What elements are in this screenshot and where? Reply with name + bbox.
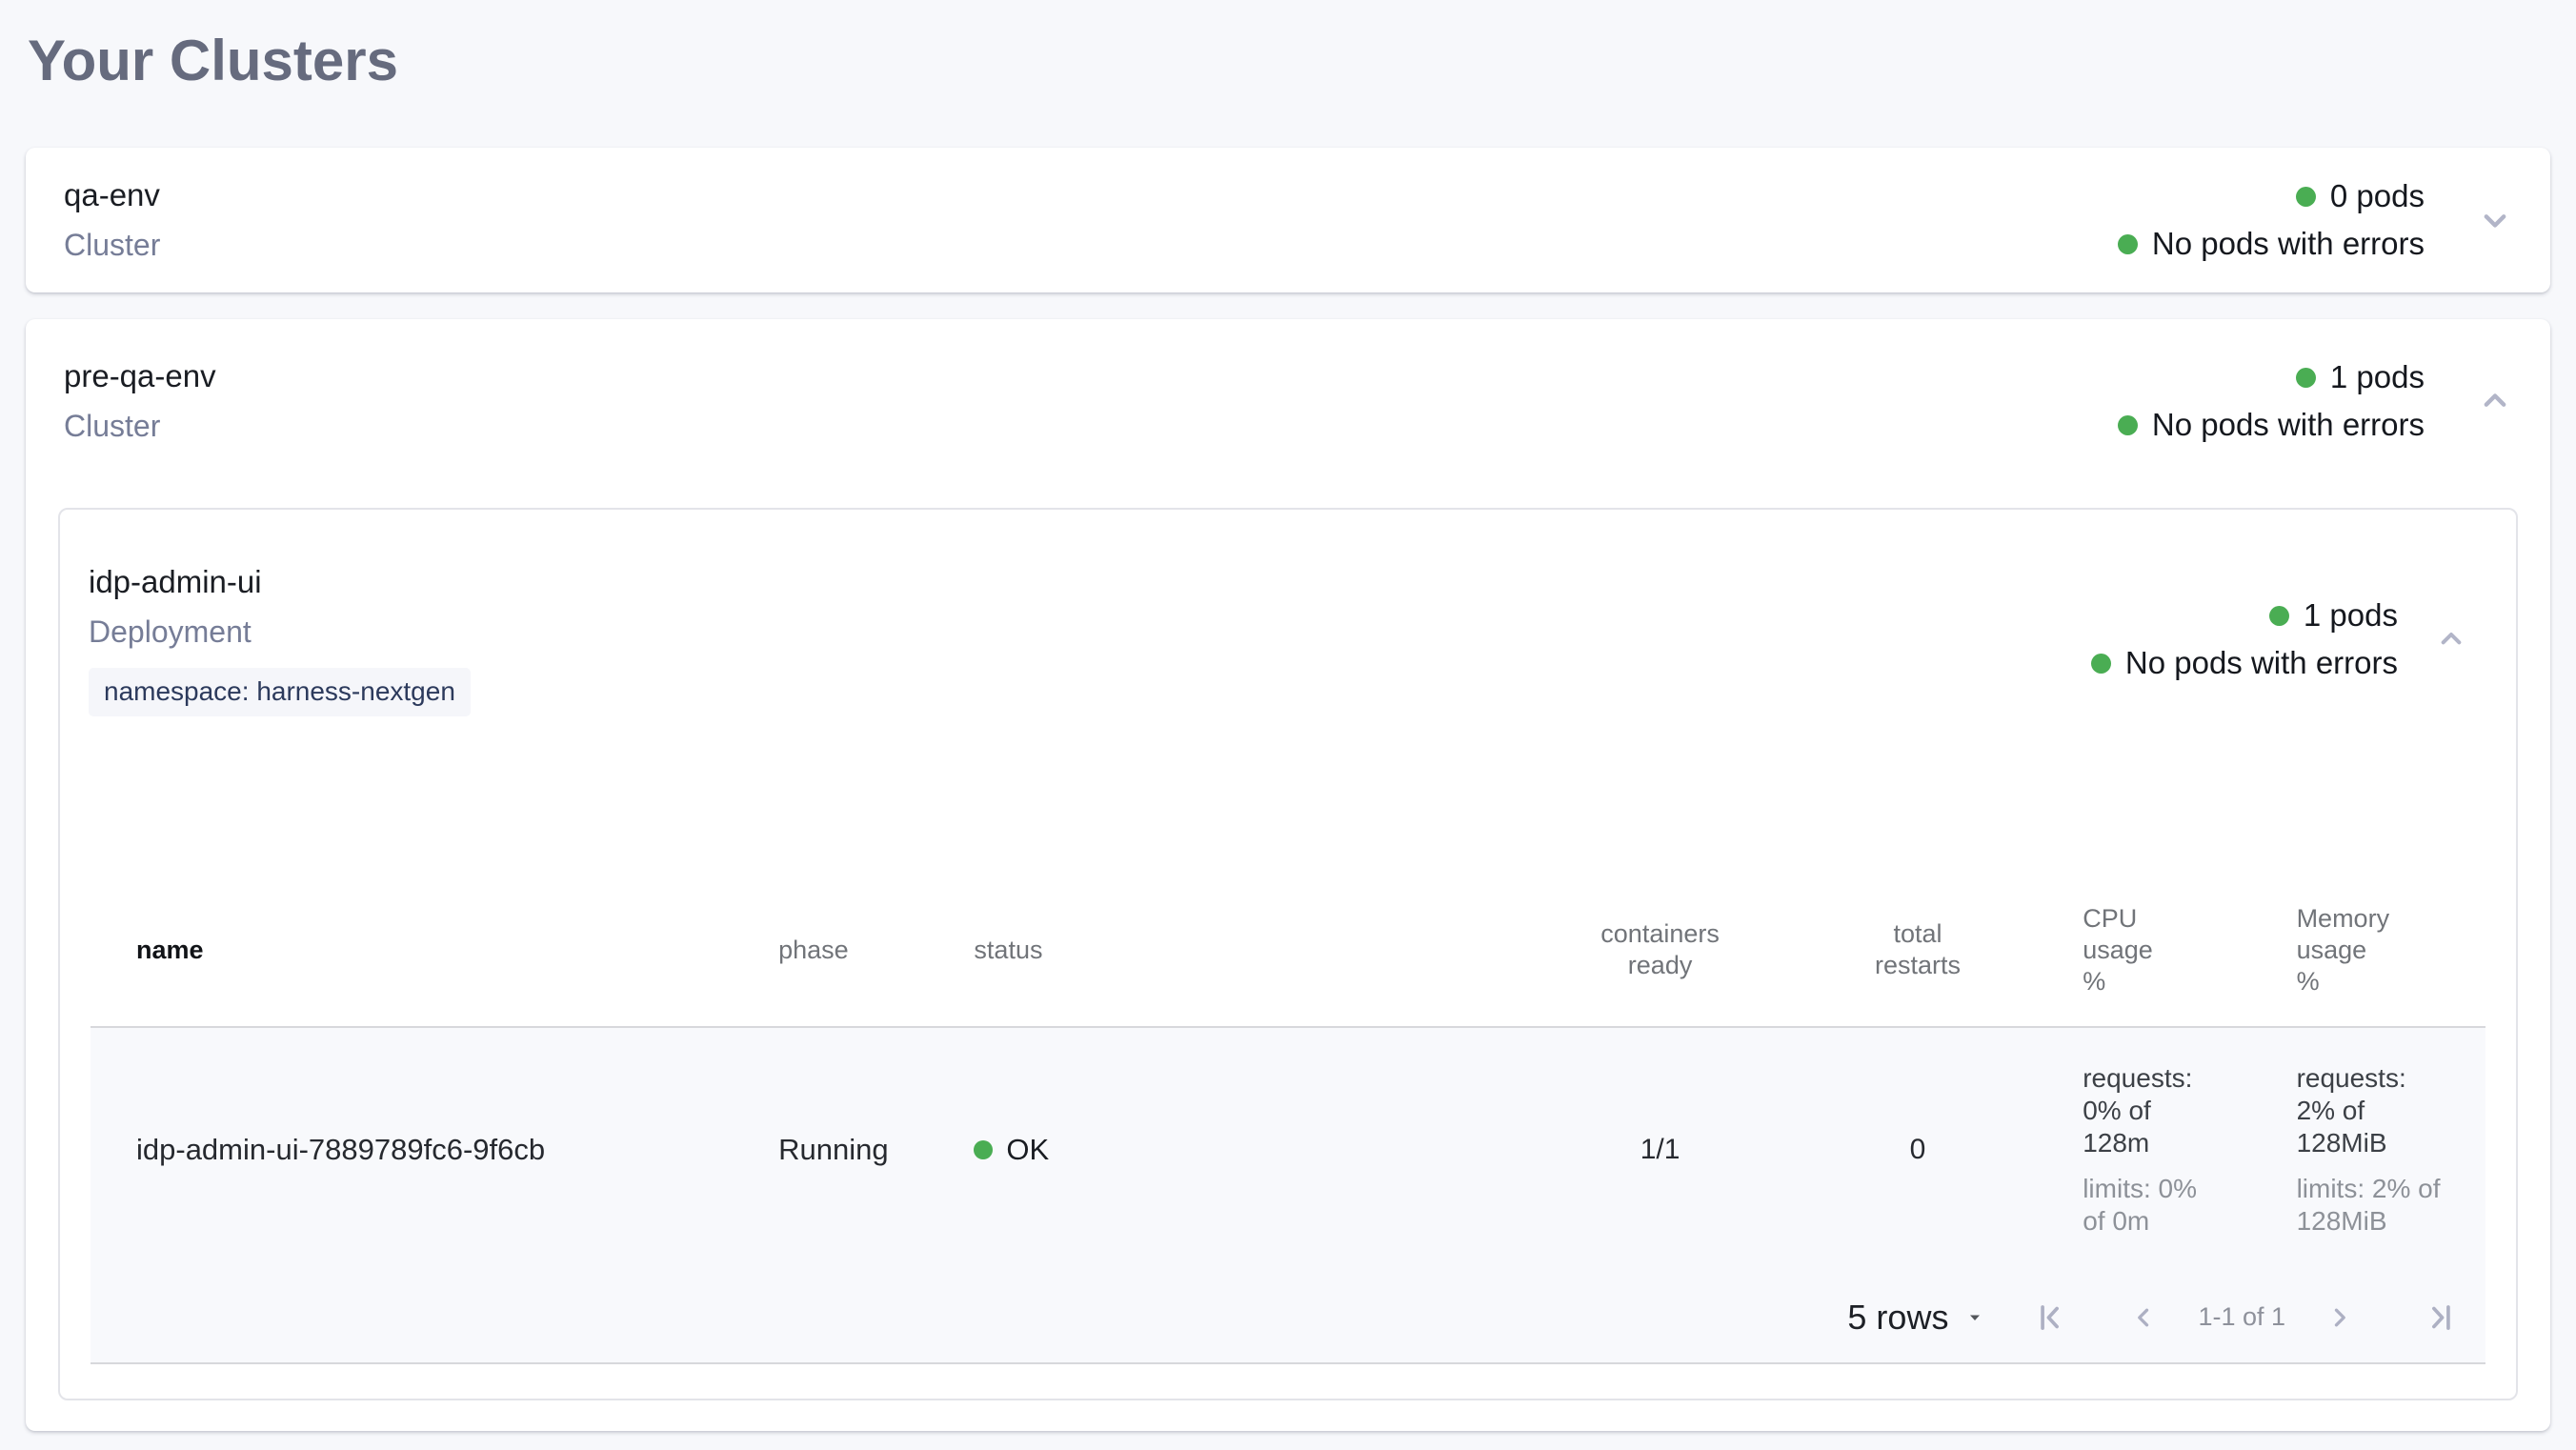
memory-requests-value: requests: 2% of 128MiB xyxy=(2297,1062,2421,1159)
green-status-dot-icon xyxy=(2296,368,2316,388)
green-status-dot-icon xyxy=(2091,654,2111,674)
pods-errors-label: No pods with errors xyxy=(2152,225,2425,263)
deployment-card-idp-admin-ui: idp-admin-ui Deployment namespace: harne… xyxy=(58,508,2518,1400)
last-page-button[interactable] xyxy=(2423,1299,2459,1336)
pods-count-status: 0 pods xyxy=(2296,177,2425,215)
cpu-usage-cell: requests: 0% of 128m limits: 0% of 0m xyxy=(2037,1027,2256,1273)
pods-count-label: 1 pods xyxy=(2304,596,2398,634)
pods-errors-label: No pods with errors xyxy=(2152,406,2425,444)
table-header-row: name phase status containers ready total… xyxy=(91,878,2485,1027)
cluster-entity-info: pre-qa-env Cluster xyxy=(64,357,216,445)
dropdown-arrow-icon xyxy=(1963,1306,1986,1329)
column-header-phase: phase xyxy=(763,878,958,1027)
expand-chevron-down-icon[interactable] xyxy=(2474,199,2516,241)
deployment-kind-label: Deployment xyxy=(89,613,471,651)
pod-status-cell: OK xyxy=(958,1027,1521,1273)
collapse-chevron-up-icon[interactable] xyxy=(2432,620,2470,658)
previous-page-button[interactable] xyxy=(2127,1301,2160,1334)
cluster-accordion-header-pre-qa-env[interactable]: pre-qa-env Cluster 1 pods No pods with e… xyxy=(26,319,2550,473)
pod-phase-cell: Running xyxy=(763,1027,958,1273)
pods-errors-status: No pods with errors xyxy=(2118,225,2425,263)
containers-ready-cell: 1/1 xyxy=(1521,1027,1798,1273)
cluster-kind-label: Cluster xyxy=(64,226,160,264)
rows-per-page-select[interactable]: 5 rows xyxy=(1847,1298,1986,1338)
page-title: Your Clusters xyxy=(28,30,2550,91)
cluster-name: qa-env xyxy=(64,176,160,214)
pods-count-label: 0 pods xyxy=(2330,177,2425,215)
cpu-requests-value: requests: 0% of 128m xyxy=(2083,1062,2206,1159)
rows-per-page-label: 5 rows xyxy=(1847,1298,1948,1338)
pagination-range-label: 1-1 of 1 xyxy=(2198,1302,2285,1332)
deployment-accordion-header[interactable]: idp-admin-ui Deployment namespace: harne… xyxy=(60,563,2516,716)
green-status-dot-icon xyxy=(2269,606,2289,626)
pods-count-status: 1 pods xyxy=(2269,596,2398,634)
green-status-dot-icon xyxy=(2296,187,2316,207)
pod-table-row: idp-admin-ui-7889789fc6-9f6cb Running OK… xyxy=(91,1027,2485,1273)
table-pagination: 5 rows xyxy=(91,1273,2485,1364)
pods-count-status: 1 pods xyxy=(2296,358,2425,396)
first-page-icon xyxy=(2032,1299,2068,1336)
total-restarts-cell: 0 xyxy=(1799,1027,2037,1273)
cluster-accordion-header-qa-env[interactable]: qa-env Cluster 0 pods No pods with error… xyxy=(26,148,2550,292)
deployment-status-summary: 1 pods No pods with errors xyxy=(2091,596,2398,682)
next-page-button[interactable] xyxy=(2324,1301,2356,1334)
last-page-icon xyxy=(2423,1299,2459,1336)
memory-usage-cell: requests: 2% of 128MiB limits: 2% of 128… xyxy=(2257,1027,2485,1273)
column-header-containers-ready: containers ready xyxy=(1521,878,1798,1027)
column-header-total-restarts: total restarts xyxy=(1799,878,2037,1027)
green-status-dot-icon xyxy=(2118,234,2138,254)
column-header-cpu-usage: CPU usage % xyxy=(2037,878,2256,1027)
column-header-name: name xyxy=(91,878,763,1027)
deployment-name: idp-admin-ui xyxy=(89,563,471,601)
chevron-right-icon xyxy=(2324,1301,2356,1334)
pods-errors-status: No pods with errors xyxy=(2091,644,2398,682)
cluster-status-summary: 0 pods No pods with errors xyxy=(2118,177,2425,263)
cluster-name: pre-qa-env xyxy=(64,357,216,395)
collapse-chevron-up-icon[interactable] xyxy=(2474,380,2516,422)
column-header-status: status xyxy=(958,878,1521,1027)
pods-errors-status: No pods with errors xyxy=(2118,406,2425,444)
namespace-badge: namespace: harness-nextgen xyxy=(89,668,471,716)
memory-limits-value: limits: 2% of 128MiB xyxy=(2297,1173,2454,1238)
pods-errors-label: No pods with errors xyxy=(2125,644,2398,682)
green-status-dot-icon xyxy=(974,1140,993,1159)
green-status-dot-icon xyxy=(2118,415,2138,435)
pod-name-cell: idp-admin-ui-7889789fc6-9f6cb xyxy=(91,1027,763,1273)
cluster-kind-label: Cluster xyxy=(64,407,216,445)
chevron-left-icon xyxy=(2127,1301,2160,1334)
cluster-status-summary: 1 pods No pods with errors xyxy=(2118,358,2425,444)
cluster-card-qa-env: qa-env Cluster 0 pods No pods with error… xyxy=(26,148,2550,292)
clusters-page: Your Clusters qa-env Cluster 0 pods No p… xyxy=(26,30,2550,1431)
column-header-memory-usage: Memory usage % xyxy=(2257,878,2485,1027)
first-page-button[interactable] xyxy=(2032,1299,2068,1336)
pods-table: name phase status containers ready total… xyxy=(91,878,2485,1364)
cluster-card-pre-qa-env: pre-qa-env Cluster 1 pods No pods with e… xyxy=(26,319,2550,1431)
pods-count-label: 1 pods xyxy=(2330,358,2425,396)
deployment-entity-info: idp-admin-ui Deployment namespace: harne… xyxy=(89,563,471,716)
cluster-entity-info: qa-env Cluster xyxy=(64,176,160,264)
pod-status-label: OK xyxy=(1006,1133,1049,1167)
cpu-limits-value: limits: 0% of 0m xyxy=(2083,1173,2206,1238)
